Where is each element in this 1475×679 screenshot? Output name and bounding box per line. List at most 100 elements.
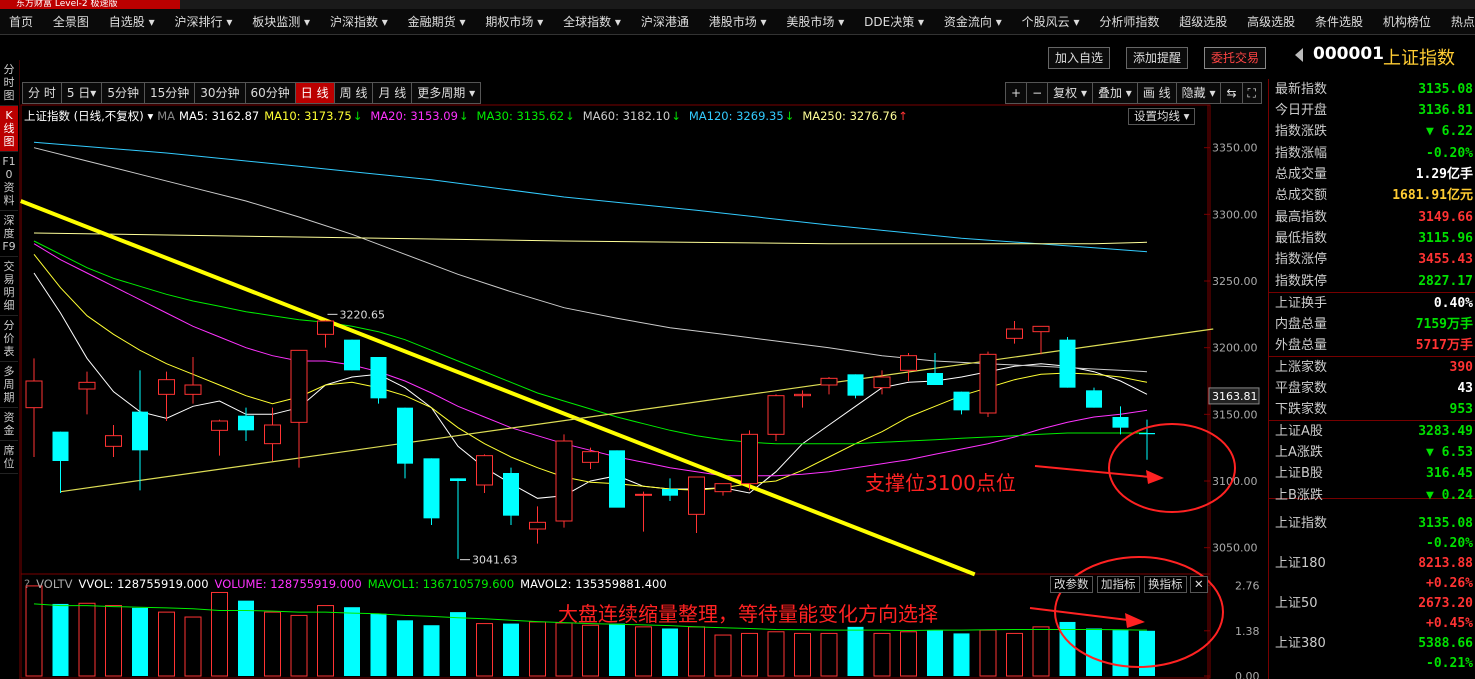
candle xyxy=(582,447,599,469)
quote-row: 上B涨跌 ▼ 0.24 xyxy=(1275,485,1473,506)
indicator-button[interactable]: 加指标 xyxy=(1097,576,1140,593)
candle xyxy=(158,371,175,421)
ma-value: MA120: 3269.35 xyxy=(688,109,784,123)
chart-title[interactable]: 上证指数 (日线,不复权) ▾ xyxy=(24,109,153,123)
index-name: 上证180 xyxy=(1275,556,1326,571)
stock-code: 000001 xyxy=(1313,44,1384,64)
quote-label: 指数涨跌 xyxy=(1275,124,1328,139)
candle-body xyxy=(264,424,281,445)
volume-bar xyxy=(555,622,573,677)
menu-item[interactable]: 热点 xyxy=(1442,9,1475,35)
quote-label: 上涨家数 xyxy=(1275,360,1328,375)
current-price-label: 3163.81 xyxy=(1212,390,1258,403)
index-row[interactable]: 上证380 5388.66 -0.21% xyxy=(1275,633,1473,673)
quote-value: ▼ 6.22 xyxy=(1426,124,1473,139)
ma-value: MA20: 3153.09 xyxy=(370,109,458,123)
volume-bar xyxy=(847,626,864,676)
ma-legend-item: MA5: 3162.87 xyxy=(179,109,260,123)
volume-bar xyxy=(1006,632,1023,677)
quote-label: 上证B股 xyxy=(1275,466,1323,481)
volume-bar xyxy=(767,631,785,677)
quote-value: 3283.49 xyxy=(1418,424,1473,439)
volume-bar xyxy=(290,614,308,677)
volume-legend-item: VVOL: 128755919.000 xyxy=(78,577,209,591)
volume-annotation: 大盘连续缩量整理，等待量能变化方向选择 xyxy=(558,602,938,626)
ma-line-ma60 xyxy=(33,147,1148,373)
quote-label: 下跌家数 xyxy=(1275,402,1328,417)
ma-label: MA xyxy=(157,109,176,123)
candle-body xyxy=(1006,328,1023,339)
candle xyxy=(503,467,519,525)
quote-label: 最高指数 xyxy=(1275,210,1328,225)
ma-value: MA60: 3182.10 xyxy=(582,109,671,123)
quote-value: 3135.08 xyxy=(1418,82,1473,97)
candle xyxy=(900,353,917,381)
candle xyxy=(635,491,652,532)
candle-body xyxy=(184,384,202,395)
index-name: 上证指数 xyxy=(1275,516,1328,531)
ma-legend-item: MA250: 3276.76↑ xyxy=(802,109,911,123)
candle-body xyxy=(529,521,546,530)
volume-bar xyxy=(132,607,148,676)
prev-stock-icon[interactable] xyxy=(1295,48,1303,62)
menu-item[interactable]: 机构榜位 xyxy=(1374,9,1440,35)
candle-body xyxy=(979,353,997,414)
ma-arrow: ↓ xyxy=(565,109,575,123)
quote-value: 3115.96 xyxy=(1418,231,1473,246)
ma-arrow: ↓ xyxy=(671,109,681,123)
index-row[interactable]: 上证180 8213.88 +0.26% xyxy=(1275,553,1473,593)
menu-item[interactable]: 条件选股 xyxy=(1306,9,1372,35)
help-icon[interactable]: ? xyxy=(24,577,30,591)
extreme-label: 3041.63 xyxy=(472,554,518,567)
volume-bar xyxy=(635,626,652,677)
candle xyxy=(105,425,122,457)
volume-legend-item: MAVOL2: 135359881.400 xyxy=(520,577,667,591)
index-row[interactable]: 上证指数 3135.08 -0.20% xyxy=(1275,513,1473,553)
quote-value: ▼ 0.24 xyxy=(1426,488,1473,503)
quote-value: 7159万手 xyxy=(1415,317,1473,332)
candle-body xyxy=(794,393,811,397)
volume-tick-label: 1.38 xyxy=(1235,625,1260,638)
volume-bar xyxy=(158,611,175,677)
index-change: -0.21% xyxy=(1426,656,1473,671)
candle xyxy=(1032,325,1050,355)
index-value: 3135.08 xyxy=(1418,516,1473,531)
volume-title[interactable]: VOLTV xyxy=(36,577,72,591)
candle-body xyxy=(423,458,440,519)
candle xyxy=(820,377,838,395)
volume-arrow-head xyxy=(1125,613,1145,628)
candle xyxy=(741,430,758,491)
candle-body xyxy=(238,415,254,431)
indicator-button[interactable]: 改参数 xyxy=(1050,576,1093,593)
close-indicator-icon[interactable]: ✕ xyxy=(1190,576,1208,593)
quote-value: 1.29亿手 xyxy=(1415,167,1473,182)
candle-body xyxy=(397,407,413,464)
volume-bar xyxy=(503,623,519,676)
candle xyxy=(1059,337,1076,388)
volume-bar xyxy=(450,612,466,676)
support-circle xyxy=(1108,423,1236,513)
quote-value: ▼ 6.53 xyxy=(1426,445,1473,460)
candle-body xyxy=(52,431,69,461)
indicator-button[interactable]: 换指标 xyxy=(1144,576,1187,593)
price-tick-label: 3150.00 xyxy=(1212,408,1258,421)
volume-bar xyxy=(979,629,997,677)
candle xyxy=(211,419,228,456)
volume-bar xyxy=(105,605,122,677)
support-arrow-head xyxy=(1146,470,1164,484)
ma-value: MA30: 3135.62 xyxy=(476,109,565,123)
candle-body xyxy=(635,493,652,496)
candle-body xyxy=(317,320,334,335)
quote-value: 3455.43 xyxy=(1418,252,1473,267)
quote-value: 5717万手 xyxy=(1415,338,1473,353)
volume-tick-label: 0.00 xyxy=(1235,670,1260,679)
ma-arrow: ↓ xyxy=(352,109,363,123)
volume-bar xyxy=(397,620,413,676)
ma-legend-item: MA30: 3135.62↓ xyxy=(477,109,579,123)
quote-value: 1681.91亿元 xyxy=(1392,188,1473,203)
volume-bar xyxy=(476,623,493,677)
ma-setting-button[interactable]: 设置均线 ▾ xyxy=(1128,108,1196,125)
index-row[interactable]: 上证50 2673.20 +0.45% xyxy=(1275,593,1473,633)
candle xyxy=(688,476,705,533)
candle xyxy=(794,390,811,408)
